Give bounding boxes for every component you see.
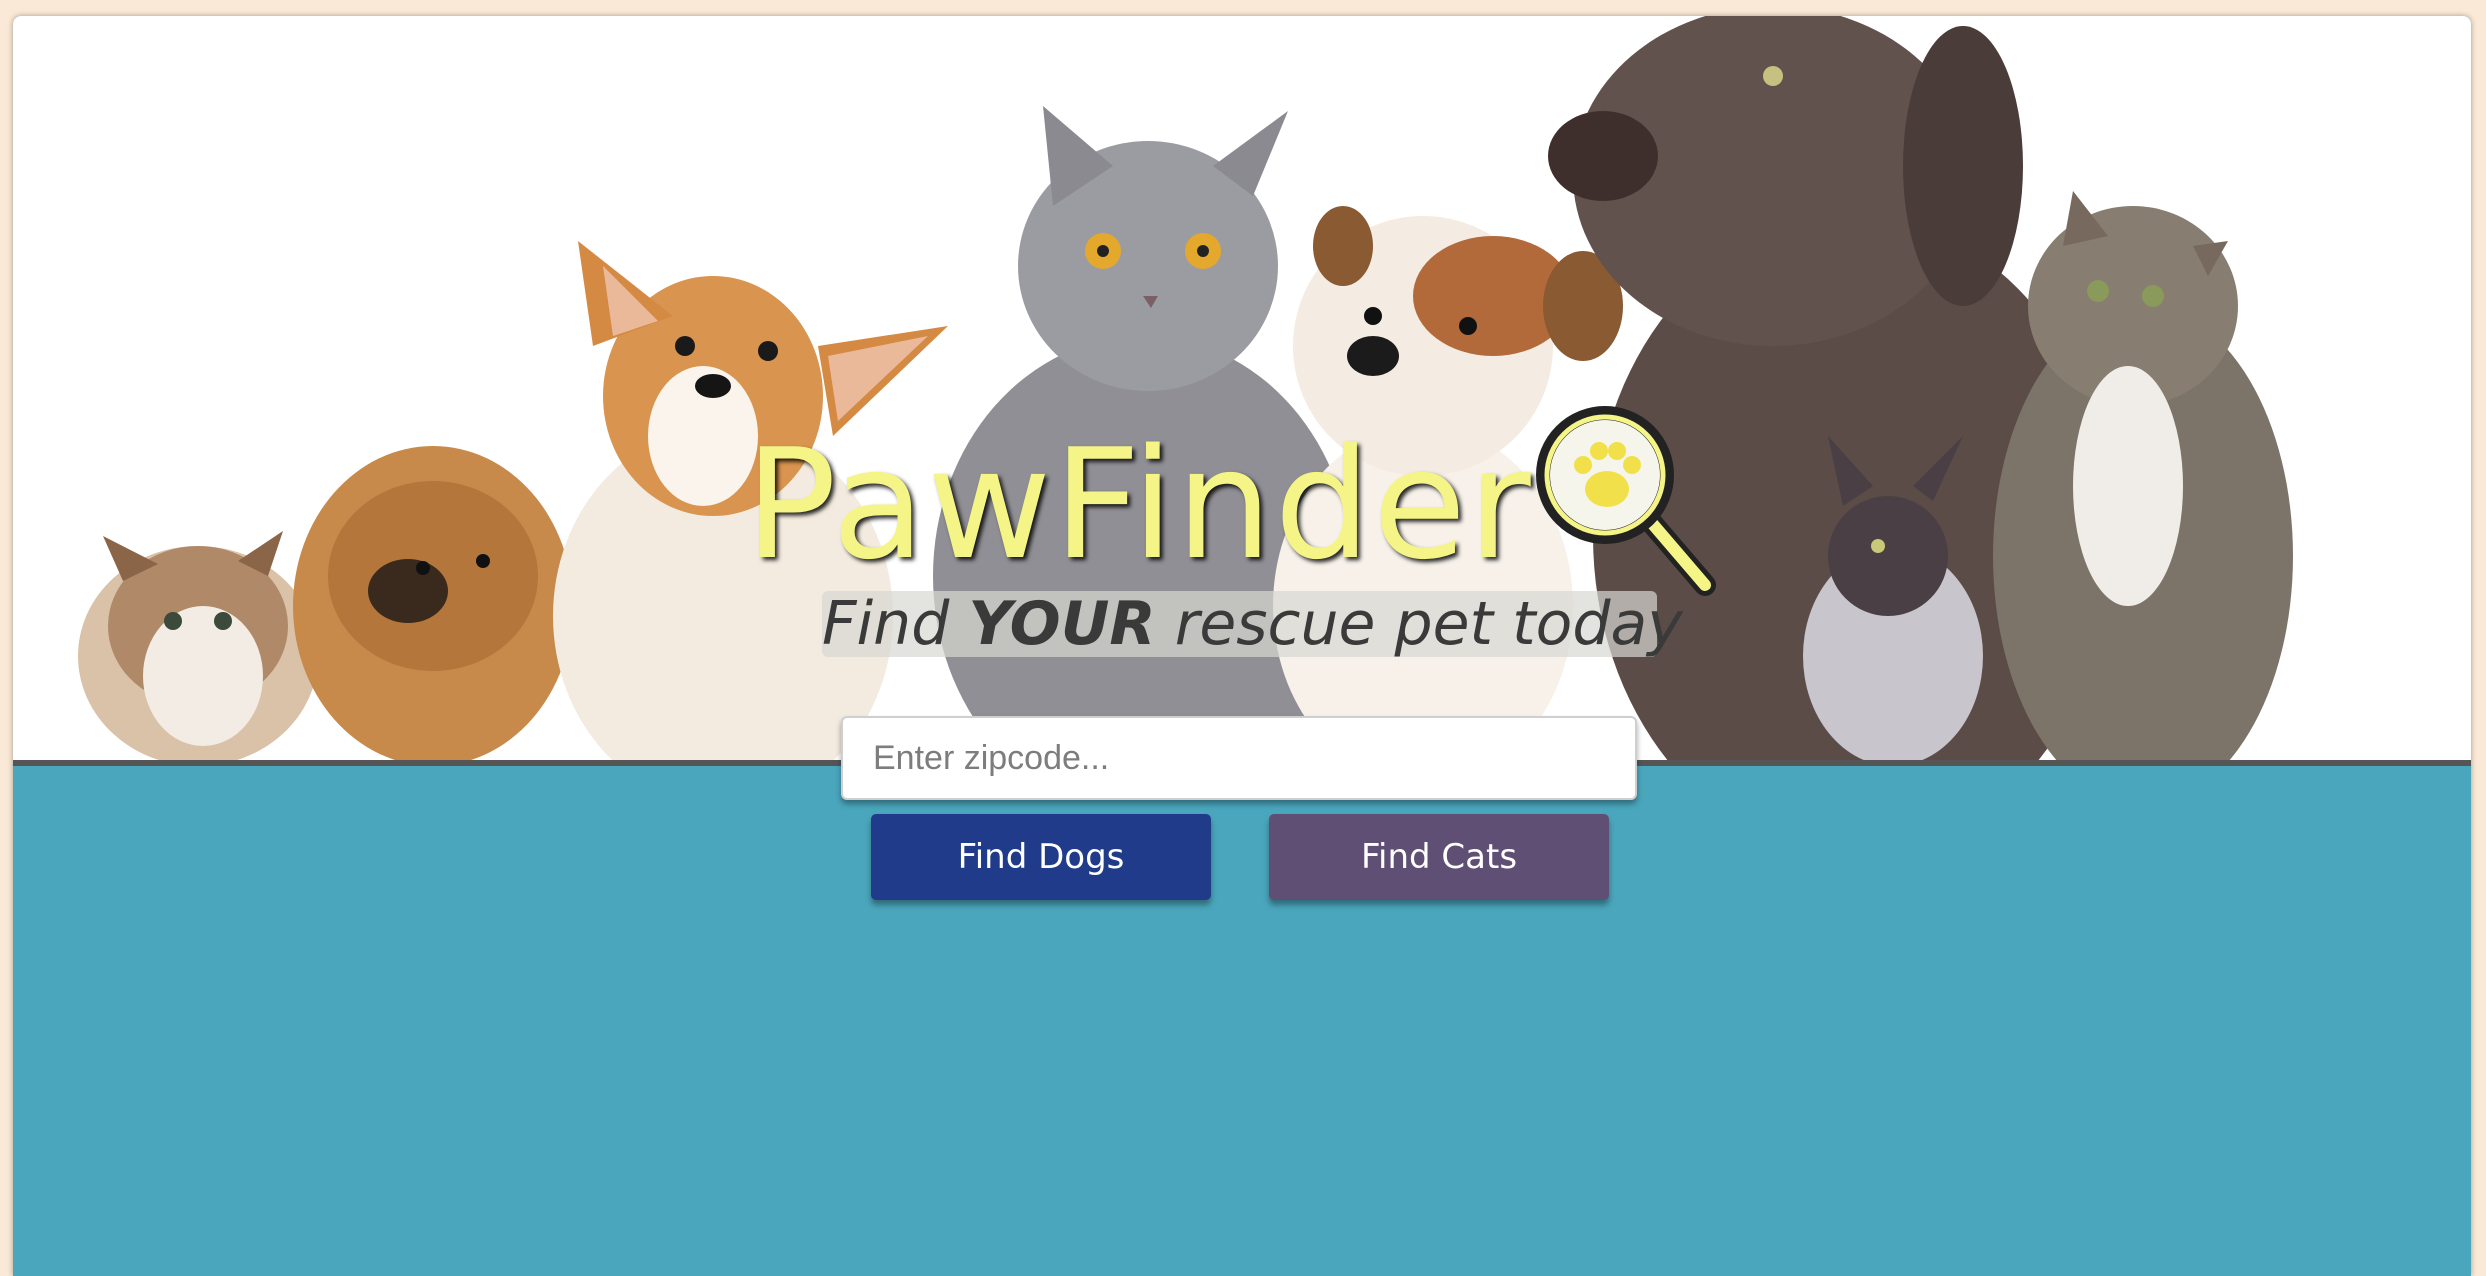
tabby-kitten-image (1993, 191, 2293, 760)
logo-text: PawFinder (745, 416, 1533, 593)
tagline-emphasis: YOUR (968, 589, 1156, 659)
calico-kitten-image (78, 531, 318, 760)
find-cats-button[interactable]: Find Cats (1269, 814, 1609, 900)
tagline: Find YOUR rescue pet today (822, 588, 1683, 660)
paw-magnifier-icon (1536, 406, 1716, 596)
find-dogs-button[interactable]: Find Dogs (871, 814, 1211, 900)
zipcode-input[interactable] (841, 716, 1637, 800)
tagline-end: rescue pet today (1155, 589, 1683, 659)
pomeranian-image (293, 446, 573, 760)
content-panel (13, 766, 2471, 1276)
tagline-start: Find (822, 589, 969, 659)
